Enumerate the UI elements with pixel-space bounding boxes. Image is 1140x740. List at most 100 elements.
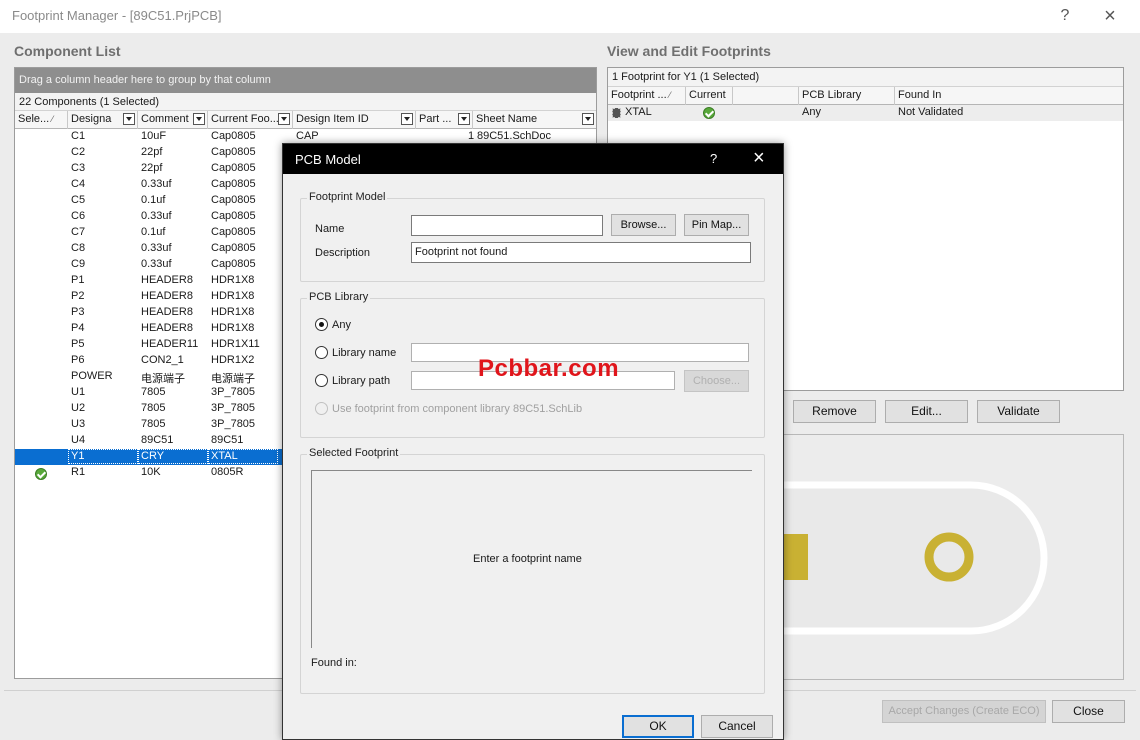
use-component-library-label: Use footprint from component library 89C… bbox=[332, 403, 583, 415]
cell-footprint: HDR1X8 bbox=[211, 306, 255, 318]
column-header-designator[interactable]: Designa bbox=[68, 111, 138, 129]
cancel-button[interactable]: Cancel bbox=[701, 715, 773, 738]
cell-footprint: 0805R bbox=[211, 466, 244, 478]
group-label: Selected Footprint bbox=[307, 447, 401, 459]
column-header-sheet-name[interactable]: Sheet Name bbox=[473, 111, 596, 129]
cell-comment: 电源端子 bbox=[141, 373, 185, 385]
cell-footprint: 3P_7805 bbox=[211, 386, 256, 398]
cell-designator: C1 bbox=[71, 130, 86, 142]
cell-footprint: Cap0805 bbox=[211, 162, 256, 174]
cell-design-item: CAP bbox=[296, 130, 319, 142]
cell-comment: 7805 bbox=[141, 418, 166, 430]
cell-comment: 0.33uf bbox=[141, 242, 172, 254]
filter-dropdown-icon[interactable] bbox=[123, 113, 135, 125]
cell-designator: POWER bbox=[71, 370, 113, 382]
cell-comment: 10K bbox=[141, 466, 161, 478]
cell-designator: U4 bbox=[71, 434, 86, 446]
column-header-pcb-library[interactable]: PCB Library bbox=[799, 87, 895, 105]
filter-dropdown-icon[interactable] bbox=[458, 113, 470, 125]
column-header-select[interactable]: Sele... ⁄ bbox=[15, 111, 68, 129]
any-radio[interactable] bbox=[315, 318, 328, 331]
library-path-label: Library path bbox=[332, 375, 391, 387]
component-column-headers: Sele... ⁄ Designa Comment Current Foo...… bbox=[15, 111, 596, 129]
column-label: Designa bbox=[71, 113, 112, 125]
column-label: Comment bbox=[141, 113, 189, 125]
cell-comment: HEADER8 bbox=[141, 322, 193, 334]
edit-button[interactable]: Edit... bbox=[885, 400, 968, 423]
cell-footprint: 电源端子 bbox=[211, 373, 255, 385]
cell-designator: C8 bbox=[71, 242, 86, 254]
cell-footprint: 89C51 bbox=[211, 434, 244, 446]
dialog-help-button[interactable]: ? bbox=[710, 151, 717, 166]
cell-footprint: HDR1X11 bbox=[211, 338, 260, 350]
column-header-found-in[interactable]: Found In bbox=[895, 87, 1123, 105]
cell-footprint: Cap0805 bbox=[211, 130, 256, 142]
cell-designator: P5 bbox=[71, 338, 85, 350]
footprint-row[interactable]: XTAL Any Not Validated bbox=[608, 105, 1123, 121]
cell-footprint: Cap0805 bbox=[211, 242, 256, 254]
footprint-library: Any bbox=[802, 106, 821, 118]
choose-button[interactable]: Choose... bbox=[684, 370, 749, 392]
filter-dropdown-icon[interactable] bbox=[582, 113, 594, 125]
column-header-comment[interactable]: Comment bbox=[138, 111, 208, 129]
cell-designator: U2 bbox=[71, 402, 86, 414]
cell-footprint: 3P_7805 bbox=[211, 402, 256, 414]
column-label: Sheet Name bbox=[476, 113, 538, 125]
cell-comment: HEADER8 bbox=[141, 274, 193, 286]
cell-comment: 0.33uf bbox=[141, 258, 172, 270]
cell-designator: C5 bbox=[71, 194, 86, 206]
column-header-current[interactable]: Current bbox=[686, 87, 733, 105]
cell-designator: C6 bbox=[71, 210, 86, 222]
column-header-design-item-id[interactable]: Design Item ID bbox=[293, 111, 416, 129]
cell-comment: 22pf bbox=[141, 162, 163, 174]
cell-comment: CON2_1 bbox=[141, 354, 184, 366]
group-by-bar[interactable]: Drag a column header here to group by th… bbox=[15, 68, 596, 93]
accept-changes-button[interactable]: Accept Changes (Create ECO) bbox=[882, 700, 1046, 723]
filter-dropdown-icon[interactable] bbox=[278, 113, 290, 125]
ok-button[interactable]: OK bbox=[622, 715, 694, 738]
column-header-part[interactable]: Part ... bbox=[416, 111, 473, 129]
remove-button[interactable]: Remove bbox=[793, 400, 876, 423]
library-name-radio[interactable] bbox=[315, 346, 328, 359]
cell-designator: C2 bbox=[71, 146, 86, 158]
browse-button[interactable]: Browse... bbox=[611, 214, 676, 236]
dialog-close-button[interactable]: × bbox=[753, 147, 765, 170]
filter-dropdown-icon[interactable] bbox=[401, 113, 413, 125]
pad-square-icon bbox=[784, 534, 808, 580]
cell-footprint: Cap0805 bbox=[211, 146, 256, 158]
footprint-column-headers: Footprint ... ⁄ Current PCB Library Foun… bbox=[608, 87, 1123, 105]
current-check-icon bbox=[703, 107, 715, 122]
column-header-blank[interactable] bbox=[733, 87, 799, 105]
description-label: Description bbox=[315, 247, 371, 259]
cell-comment: 0.33uf bbox=[141, 178, 172, 190]
found-in-label: Found in: bbox=[311, 657, 357, 669]
close-button[interactable]: Close bbox=[1052, 700, 1125, 723]
column-header-current-footprint[interactable]: Current Foo... bbox=[208, 111, 293, 129]
cell-comment: CRY bbox=[138, 449, 208, 464]
cell-designator: P2 bbox=[71, 290, 85, 302]
cell-comment: 7805 bbox=[141, 402, 166, 414]
description-input[interactable]: Footprint not found bbox=[411, 242, 751, 263]
cell-comment: HEADER8 bbox=[141, 290, 193, 302]
cell-comment: 0.1uf bbox=[141, 194, 166, 206]
name-label: Name bbox=[315, 223, 345, 235]
cell-footprint: 3P_7805 bbox=[211, 418, 256, 430]
column-header-footprint[interactable]: Footprint ... ⁄ bbox=[608, 87, 686, 105]
validate-button[interactable]: Validate bbox=[977, 400, 1060, 423]
column-label: Design Item ID bbox=[296, 113, 369, 125]
filter-dropdown-icon[interactable] bbox=[193, 113, 205, 125]
library-path-radio[interactable] bbox=[315, 374, 328, 387]
cell-part: 1 bbox=[468, 130, 475, 142]
close-window-button[interactable]: × bbox=[1099, 6, 1121, 26]
help-button[interactable]: ? bbox=[1054, 6, 1076, 26]
component-list-title: Component List bbox=[14, 43, 121, 59]
cell-footprint: Cap0805 bbox=[211, 258, 256, 270]
cell-designator: C3 bbox=[71, 162, 86, 174]
cell-comment: HEADER8 bbox=[141, 306, 193, 318]
use-component-library-radio[interactable] bbox=[315, 402, 328, 415]
cell-designator: Y1 bbox=[68, 449, 138, 464]
name-input[interactable] bbox=[411, 215, 603, 236]
pin-map-button[interactable]: Pin Map... bbox=[684, 214, 749, 236]
cell-comment: 10uF bbox=[141, 130, 167, 142]
cell-footprint: XTAL bbox=[208, 449, 278, 464]
